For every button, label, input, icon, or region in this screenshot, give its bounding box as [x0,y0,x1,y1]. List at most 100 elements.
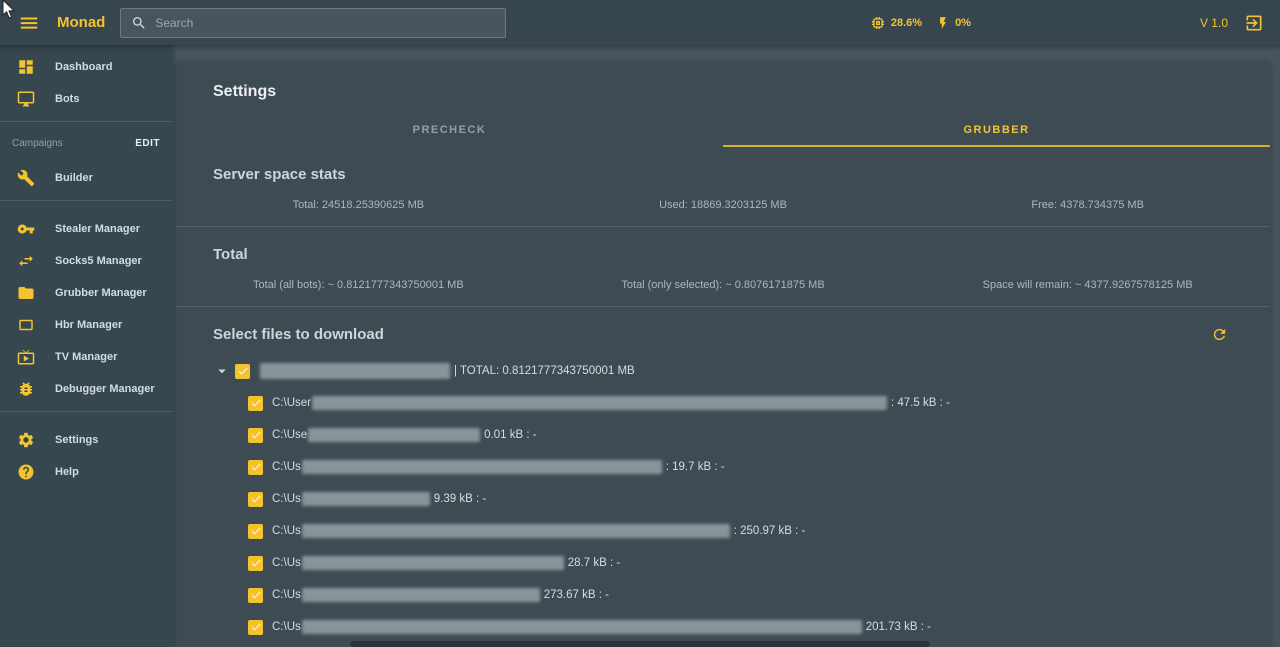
sidebar-item-debugger-manager[interactable]: Debugger Manager [0,373,172,405]
redacted-path [301,556,564,570]
wrench-icon [17,169,35,187]
section-title-text: Select files to download [213,326,384,343]
file-checkbox[interactable] [248,555,263,571]
sidebar-item-grubber-manager[interactable]: Grubber Manager [0,277,172,309]
brand-logo: Monad [57,14,106,31]
divider [0,200,172,201]
file-path-prefix: C:\User [272,397,311,409]
file-row: C:\Us : 250.97 kB : - [248,523,1270,539]
tree-root-row: | TOTAL: 0.8121777343750001 MB [213,363,1270,379]
sidebar-item-label: Grubber Manager [55,287,147,299]
check-icon [251,463,260,471]
version-label: V 1.0 [1199,15,1228,30]
folder-icon [18,287,34,299]
stat-used: Used: 18869.3203125 MB [659,199,787,211]
redacted-bot-id [260,363,450,379]
file-size: 273.67 kB : - [543,589,609,601]
mouse-cursor [2,0,16,19]
horizontal-scrollbar[interactable] [350,641,930,647]
sidebar-item-label: Bots [55,93,80,105]
root-checkbox[interactable] [235,363,250,379]
file-checkbox[interactable] [248,427,263,443]
bug-icon [20,382,32,396]
tab-precheck[interactable]: PRECHECK [176,114,723,147]
file-checkbox[interactable] [248,619,263,635]
dashboard-icon [19,60,33,74]
sidebar: Dashboard Bots Campaigns EDIT Builder St… [0,45,172,647]
sidebar-item-label: Stealer Manager [55,223,140,235]
sidebar-item-label: Help [55,466,79,478]
sidebar-item-label: Socks5 Manager [55,255,142,267]
redacted-path [301,588,540,602]
search-input[interactable] [155,15,486,30]
check-icon [251,527,260,535]
chevron-down-icon[interactable] [213,362,231,380]
logout-icon[interactable] [1244,13,1264,33]
main-content: Settings PRECHECK GRUBBER Server space s… [172,45,1280,647]
file-path-prefix: C:\Us [272,525,301,537]
file-size: 28.7 kB : - [567,557,621,569]
redacted-path [301,620,862,634]
check-icon [251,623,260,631]
file-row: C:\User : 47.5 kB : - [248,395,1270,411]
stat-only-selected: Total (only selected): ~ 0.8076171875 MB [621,279,825,291]
sidebar-item-label: Debugger Manager [55,383,155,395]
check-icon [251,431,260,439]
file-checkbox[interactable] [248,491,263,507]
file-checkbox[interactable] [248,395,263,411]
check-icon [251,559,260,567]
sidebar-item-builder[interactable]: Builder [0,162,172,194]
file-row: C:\Us 273.67 kB : - [248,587,1270,603]
sidebar-item-socks5-manager[interactable]: Socks5 Manager [0,245,172,277]
tab-grubber[interactable]: GRUBBER [723,114,1270,147]
sidebar-item-label: Settings [55,434,99,446]
check-icon [238,367,247,375]
key-icon [17,224,35,234]
section-title-select-files: Select files to download [176,307,1270,343]
redacted-path [301,492,430,506]
sidebar-item-stealer-manager[interactable]: Stealer Manager [0,213,172,245]
file-path-prefix: C:\Use [272,429,308,441]
redacted-path [301,460,662,474]
sidebar-item-tv-manager[interactable]: TV Manager [0,341,172,373]
refresh-icon[interactable] [1211,326,1228,343]
page-title: Settings [213,83,277,100]
search-icon [133,16,145,29]
cpu-icon [871,16,884,29]
file-checkbox[interactable] [248,459,263,475]
search-box[interactable] [120,7,507,38]
menu-icon[interactable] [18,12,40,34]
campaigns-edit-button[interactable]: EDIT [135,138,160,149]
power-usage-value: 0% [955,16,971,29]
root-total-label: | TOTAL: 0.8121777343750001 MB [454,365,635,377]
frame-icon [19,319,33,331]
file-size: : 250.97 kB : - [733,525,806,537]
file-size: : 19.7 kB : - [665,461,725,473]
sidebar-item-settings[interactable]: Settings [0,424,172,456]
swap-arrows-icon [19,255,33,267]
tab-bar: PRECHECK GRUBBER [176,114,1270,147]
sidebar-item-label: Hbr Manager [55,319,123,331]
stat-total: Total: 24518.25390625 MB [292,199,425,211]
check-icon [251,399,260,407]
section-title-total: Total [176,227,1270,263]
help-icon [18,464,34,480]
file-row: C:\Use 0.01 kB : - [248,427,1270,443]
sidebar-item-bots[interactable]: Bots [0,83,172,115]
check-icon [251,591,260,599]
sidebar-item-hbr-manager[interactable]: Hbr Manager [0,309,172,341]
file-checkbox[interactable] [248,523,263,539]
cpu-usage-value: 28.6% [890,16,923,29]
stat-all-bots: Total (all bots): ~ 0.8121777343750001 M… [252,279,464,291]
top-bar: Monad 28.6% 0% V 1.0 [0,0,1280,45]
file-row: C:\Us 201.73 kB : - [248,619,1270,635]
sidebar-item-label: Builder [55,172,93,184]
sidebar-item-help[interactable]: Help [0,456,172,488]
file-path-prefix: C:\Us [272,621,301,633]
section-title-text: Server space stats [213,166,346,183]
file-size: 0.01 kB : - [484,429,537,441]
bolt-icon [940,16,946,29]
file-checkbox[interactable] [248,587,263,603]
sidebar-item-dashboard[interactable]: Dashboard [0,51,172,83]
campaigns-caption: Campaigns [12,137,63,149]
